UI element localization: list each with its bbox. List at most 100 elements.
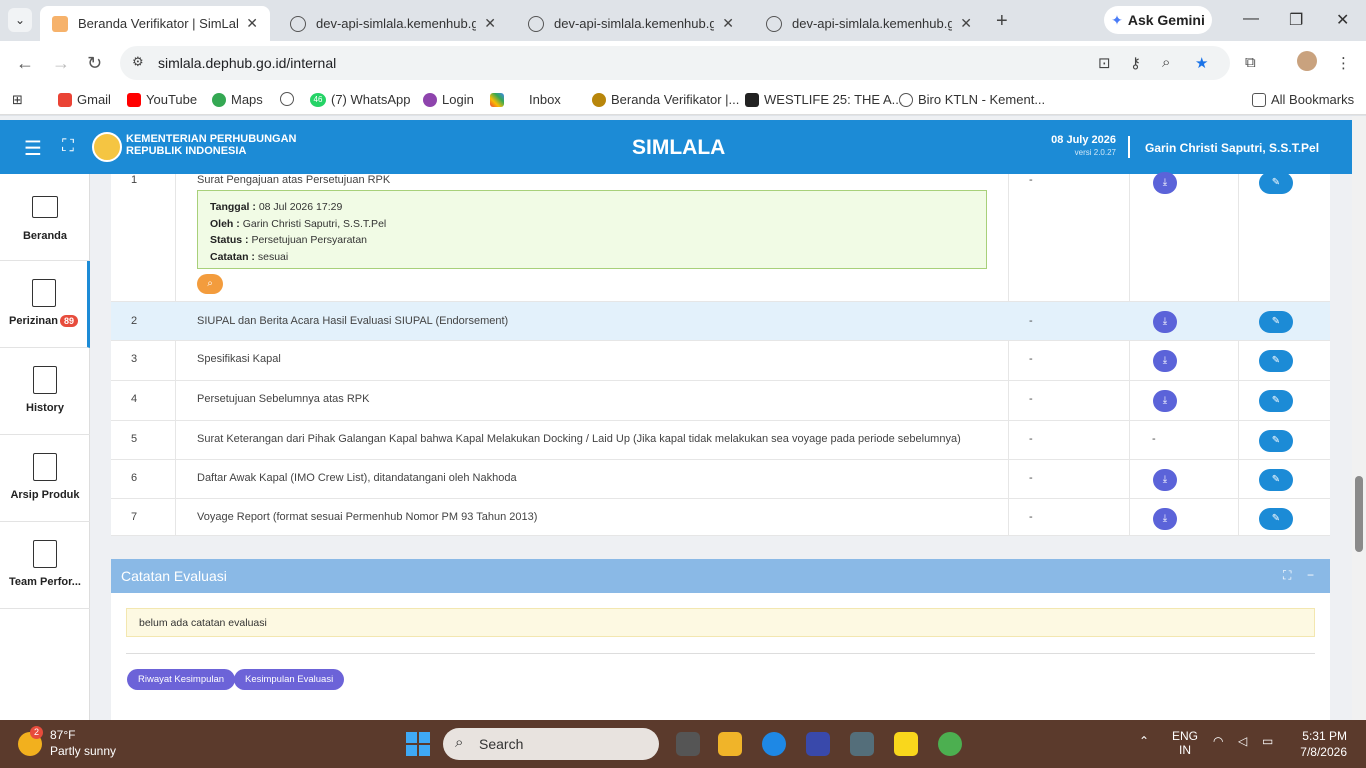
sidebar-item-team-performance[interactable]: Team Perfor... xyxy=(0,522,90,609)
edit-button[interactable]: ✎ xyxy=(1259,508,1293,530)
edit-button[interactable]: ✎ xyxy=(1259,390,1293,412)
site-settings-icon[interactable]: ⚙ xyxy=(132,54,144,70)
globe-favicon-icon xyxy=(528,15,544,32)
taskbar-search[interactable]: ⌕ Search xyxy=(443,728,659,760)
new-tab-plus-icon[interactable]: + xyxy=(996,10,1008,33)
download-button[interactable]: ⤓ xyxy=(1153,469,1177,491)
download-button[interactable]: ⤓ xyxy=(1153,390,1177,412)
back-arrow-icon[interactable]: ← xyxy=(16,53,34,74)
login-icon xyxy=(423,92,437,107)
simlala-favicon-icon xyxy=(52,15,68,32)
bookmark-beranda-verifikator[interactable]: Beranda Verifikator |... xyxy=(592,92,739,107)
search-icon: ⌕ xyxy=(455,734,464,751)
sidebar-item-beranda[interactable]: Beranda xyxy=(0,174,90,261)
battery-icon[interactable]: ▭ xyxy=(1262,734,1273,748)
all-bookmarks[interactable]: All Bookmarks xyxy=(1252,92,1354,107)
globe-icon xyxy=(899,92,913,107)
kesimpulan-evaluasi-button[interactable]: Kesimpulan Evaluasi xyxy=(234,669,345,690)
bookmark-whatsapp[interactable]: 46 (7) WhatsApp xyxy=(310,92,410,107)
close-tab-icon[interactable]: ✕ xyxy=(246,15,258,32)
bookmark-gmail[interactable]: Gmail xyxy=(58,92,111,107)
download-button[interactable]: ⤓ xyxy=(1153,311,1177,333)
download-button[interactable]: ⤓ xyxy=(1153,172,1177,194)
system-clock[interactable]: 5:31 PM 7/8/2026 xyxy=(1293,728,1347,760)
hamburger-menu-icon[interactable]: ☰ xyxy=(24,136,42,161)
collapse-minus-icon[interactable]: − xyxy=(1307,568,1314,582)
riwayat-kesimpulan-button[interactable]: Riwayat Kesimpulan xyxy=(127,669,236,690)
view-detail-button[interactable]: ⌕ xyxy=(197,274,223,294)
tab-search-chevron-icon[interactable]: ⌄ xyxy=(8,8,32,32)
sidebar: Beranda Perizinan 89 History Arsip Produk… xyxy=(0,174,90,720)
edit-button[interactable]: ✎ xyxy=(1259,430,1293,452)
reload-icon[interactable]: ↻ xyxy=(87,53,102,74)
camera-icon[interactable] xyxy=(850,732,874,756)
close-tab-icon[interactable]: ✕ xyxy=(960,15,972,32)
expand-icon[interactable]: ⛶ xyxy=(1283,568,1291,583)
bookmark-globe[interactable] xyxy=(280,92,299,106)
header-date: 08 July 2026 xyxy=(1051,134,1116,146)
tab-dev-api-2[interactable]: dev-api-simlala.kemenhub.go.id ✕ xyxy=(516,6,746,41)
ask-gemini-button[interactable]: ✦ Ask Gemini xyxy=(1104,6,1212,34)
chrome-icon[interactable] xyxy=(938,732,962,756)
scrollbar-thumb[interactable] xyxy=(1355,476,1363,552)
zoom-magnifier-icon[interactable]: ⌕ xyxy=(1162,54,1170,71)
wifi-icon[interactable]: ◠ xyxy=(1213,734,1223,748)
globe-icon xyxy=(280,92,294,106)
sidebar-item-perizinan[interactable]: Perizinan 89 xyxy=(0,261,90,348)
page-scrollbar[interactable] xyxy=(1352,116,1366,720)
fullscreen-icon[interactable]: ⛶ xyxy=(62,136,74,156)
tray-chevron-up-icon[interactable]: ⌃ xyxy=(1139,734,1149,748)
evaluation-note: belum ada catatan evaluasi xyxy=(126,608,1315,637)
tab-dev-api-3[interactable]: dev-api-simlala.kemenhub.go.id ✕ xyxy=(754,6,984,41)
vscode-icon[interactable] xyxy=(806,732,830,756)
gemini-sparkle-icon: ✦ xyxy=(1111,11,1123,28)
forward-arrow-icon[interactable]: → xyxy=(52,53,70,74)
windows-start-icon[interactable] xyxy=(406,732,430,756)
close-tab-icon[interactable]: ✕ xyxy=(484,15,496,32)
minimize-icon[interactable]: — xyxy=(1243,10,1259,28)
bookmark-login[interactable]: Login xyxy=(423,92,474,107)
edit-button[interactable]: ✎ xyxy=(1259,311,1293,333)
download-button[interactable]: ⤓ xyxy=(1153,350,1177,372)
bookmark-biro-ktln[interactable]: Biro KTLN - Kement... xyxy=(899,92,1045,107)
table-row: 3 Spesifikasi Kapal - ⤓ ✎ xyxy=(111,341,1330,381)
edit-button[interactable]: ✎ xyxy=(1259,172,1293,194)
divider xyxy=(126,653,1315,654)
volume-icon[interactable]: ◁ xyxy=(1238,734,1247,748)
user-name[interactable]: Garin Christi Saputri, S.S.T.Pel xyxy=(1145,141,1319,155)
address-bar[interactable]: ⚙ simlala.dephub.go.id/internal xyxy=(120,46,1230,80)
task-view-icon[interactable] xyxy=(676,732,700,756)
org-name: KEMENTERIAN PERHUBUNGAN REPUBLIK INDONESI… xyxy=(126,133,297,157)
bookmark-maps[interactable]: Maps xyxy=(212,92,263,107)
install-app-icon[interactable]: ⊡ xyxy=(1098,54,1111,72)
kemenhub-logo xyxy=(92,132,122,162)
bookmark-star-icon[interactable]: ★ xyxy=(1195,54,1208,72)
extensions-puzzle-icon[interactable]: ⧉ xyxy=(1245,54,1256,71)
edge-icon[interactable] xyxy=(762,732,786,756)
tab-dev-api-1[interactable]: dev-api-simlala.kemenhub.go.id ✕ xyxy=(278,6,508,41)
edit-button[interactable]: ✎ xyxy=(1259,469,1293,491)
language-indicator[interactable]: ENG IN xyxy=(1172,729,1198,757)
whatsapp-icon: 46 xyxy=(310,92,326,107)
close-tab-icon[interactable]: ✕ xyxy=(722,15,734,32)
top-navbar: ☰ ⛶ KEMENTERIAN PERHUBUNGAN REPUBLIK INDO… xyxy=(0,120,1352,174)
download-button[interactable]: ⤓ xyxy=(1153,508,1177,530)
sticky-notes-icon[interactable] xyxy=(894,732,918,756)
maximize-icon[interactable]: ❐ xyxy=(1289,10,1303,30)
bookmark-youtube[interactable]: YouTube xyxy=(127,92,197,107)
menu-dots-icon[interactable]: ⋮ xyxy=(1336,54,1351,72)
edit-button[interactable]: ✎ xyxy=(1259,350,1293,372)
bookmark-inbox[interactable]: Inbox xyxy=(490,92,561,107)
bookmark-westlife[interactable]: WESTLIFE 25: THE A... xyxy=(745,92,902,107)
profile-avatar[interactable] xyxy=(1297,51,1317,71)
globe-favicon-icon xyxy=(290,15,306,32)
document-icon xyxy=(33,453,57,481)
sidebar-item-arsip-produk[interactable]: Arsip Produk xyxy=(0,435,90,522)
sidebar-item-history[interactable]: History xyxy=(0,348,90,435)
close-window-icon[interactable]: ✕ xyxy=(1336,10,1349,30)
file-explorer-icon[interactable] xyxy=(718,732,742,756)
tab-beranda-verifikator[interactable]: Beranda Verifikator | SimLala ✕ xyxy=(40,6,270,41)
apps-grid-icon[interactable]: ⊞ xyxy=(12,92,23,108)
header-divider xyxy=(1128,136,1130,158)
password-key-icon[interactable]: ⚷ xyxy=(1130,54,1141,72)
